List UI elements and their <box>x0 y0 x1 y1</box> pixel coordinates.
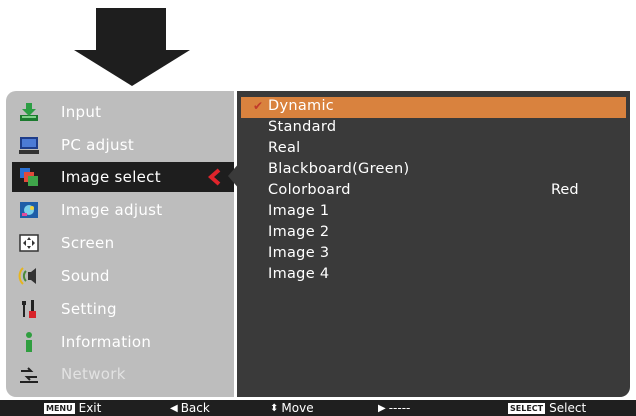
option-image-4[interactable]: Image 4 <box>241 265 626 286</box>
option-blackboard-green[interactable]: Blackboard(Green) <box>241 160 626 181</box>
information-icon <box>26 332 32 352</box>
image-select-icon <box>20 168 38 186</box>
option-colorboard[interactable]: Colorboard Red <box>241 181 626 202</box>
colorboard-value: Red <box>551 182 579 198</box>
option-image-3[interactable]: Image 3 <box>241 244 626 265</box>
sound-icon <box>18 267 36 285</box>
menu-item-input[interactable]: Input <box>14 97 228 127</box>
help-select: SELECT Select <box>508 401 586 415</box>
option-label: Real <box>268 140 301 156</box>
setting-icon <box>22 300 36 318</box>
help-exit-label: Exit <box>78 401 102 415</box>
network-icon <box>20 367 38 383</box>
option-real[interactable]: Real <box>241 139 626 160</box>
menu-item-sound[interactable]: Sound <box>14 261 228 291</box>
menu-label: Sound <box>61 267 110 285</box>
option-dynamic[interactable]: ✔ Dynamic <box>241 97 626 118</box>
menu-label: Image adjust <box>61 201 163 219</box>
option-label: Standard <box>268 119 337 135</box>
option-standard[interactable]: Standard <box>241 118 626 139</box>
image-adjust-icon <box>20 202 38 218</box>
select-key-badge: SELECT <box>508 402 546 414</box>
option-label: Image 1 <box>268 203 330 219</box>
help-next-label: ----- <box>388 401 411 415</box>
help-select-label: Select <box>549 401 587 415</box>
menu-key-badge: MENU <box>44 402 75 414</box>
checkmark-icon: ✔ <box>253 99 264 113</box>
image-select-submenu: ✔ Dynamic Standard Real Blackboard(Green… <box>237 91 630 397</box>
option-image-1[interactable]: Image 1 <box>241 202 626 223</box>
down-arrow-head <box>74 50 190 86</box>
help-move-label: Move <box>281 401 314 415</box>
chevron-left-icon <box>208 168 221 186</box>
menu-item-image-adjust[interactable]: Image adjust <box>14 195 228 225</box>
down-arrow-icon <box>96 8 166 53</box>
main-menu: Input PC adjust Image select Image adjus… <box>6 91 234 397</box>
menu-label: Network <box>61 365 126 383</box>
menu-label: Image select <box>61 168 161 186</box>
help-next: ▶ ----- <box>378 401 410 415</box>
help-back: ◀ Back <box>170 401 210 415</box>
left-triangle-icon: ◀ <box>170 402 178 414</box>
option-label: Blackboard(Green) <box>268 161 410 177</box>
menu-item-setting[interactable]: Setting <box>14 294 228 324</box>
menu-item-pc-adjust[interactable]: PC adjust <box>14 130 228 160</box>
help-back-label: Back <box>180 401 210 415</box>
menu-item-image-select[interactable]: Image select <box>12 162 234 192</box>
menu-item-information[interactable]: Information <box>14 327 228 357</box>
input-icon <box>20 103 38 121</box>
help-exit: MENU Exit <box>44 401 101 415</box>
menu-label: PC adjust <box>61 136 135 154</box>
menu-label: Information <box>61 333 152 351</box>
menu-item-network[interactable]: Network <box>14 359 228 389</box>
menu-label: Screen <box>61 234 115 252</box>
up-down-icon: ⬍ <box>270 402 279 414</box>
option-label: Image 2 <box>268 224 330 240</box>
menu-label: Input <box>61 103 102 121</box>
pc-adjust-icon <box>19 137 39 154</box>
right-triangle-icon: ▶ <box>378 402 386 414</box>
option-label: Image 3 <box>268 245 330 261</box>
menu-label: Setting <box>61 300 117 318</box>
option-label: Colorboard <box>268 182 351 198</box>
menu-item-screen[interactable]: Screen <box>14 228 228 258</box>
help-move: ⬍ Move <box>270 401 314 415</box>
help-bar: MENU Exit ◀ Back ⬍ Move ▶ ----- SELECT S… <box>0 400 636 416</box>
option-label: Image 4 <box>268 266 330 282</box>
option-image-2[interactable]: Image 2 <box>241 223 626 244</box>
option-label: Dynamic <box>268 98 335 114</box>
screen-icon <box>19 234 39 252</box>
